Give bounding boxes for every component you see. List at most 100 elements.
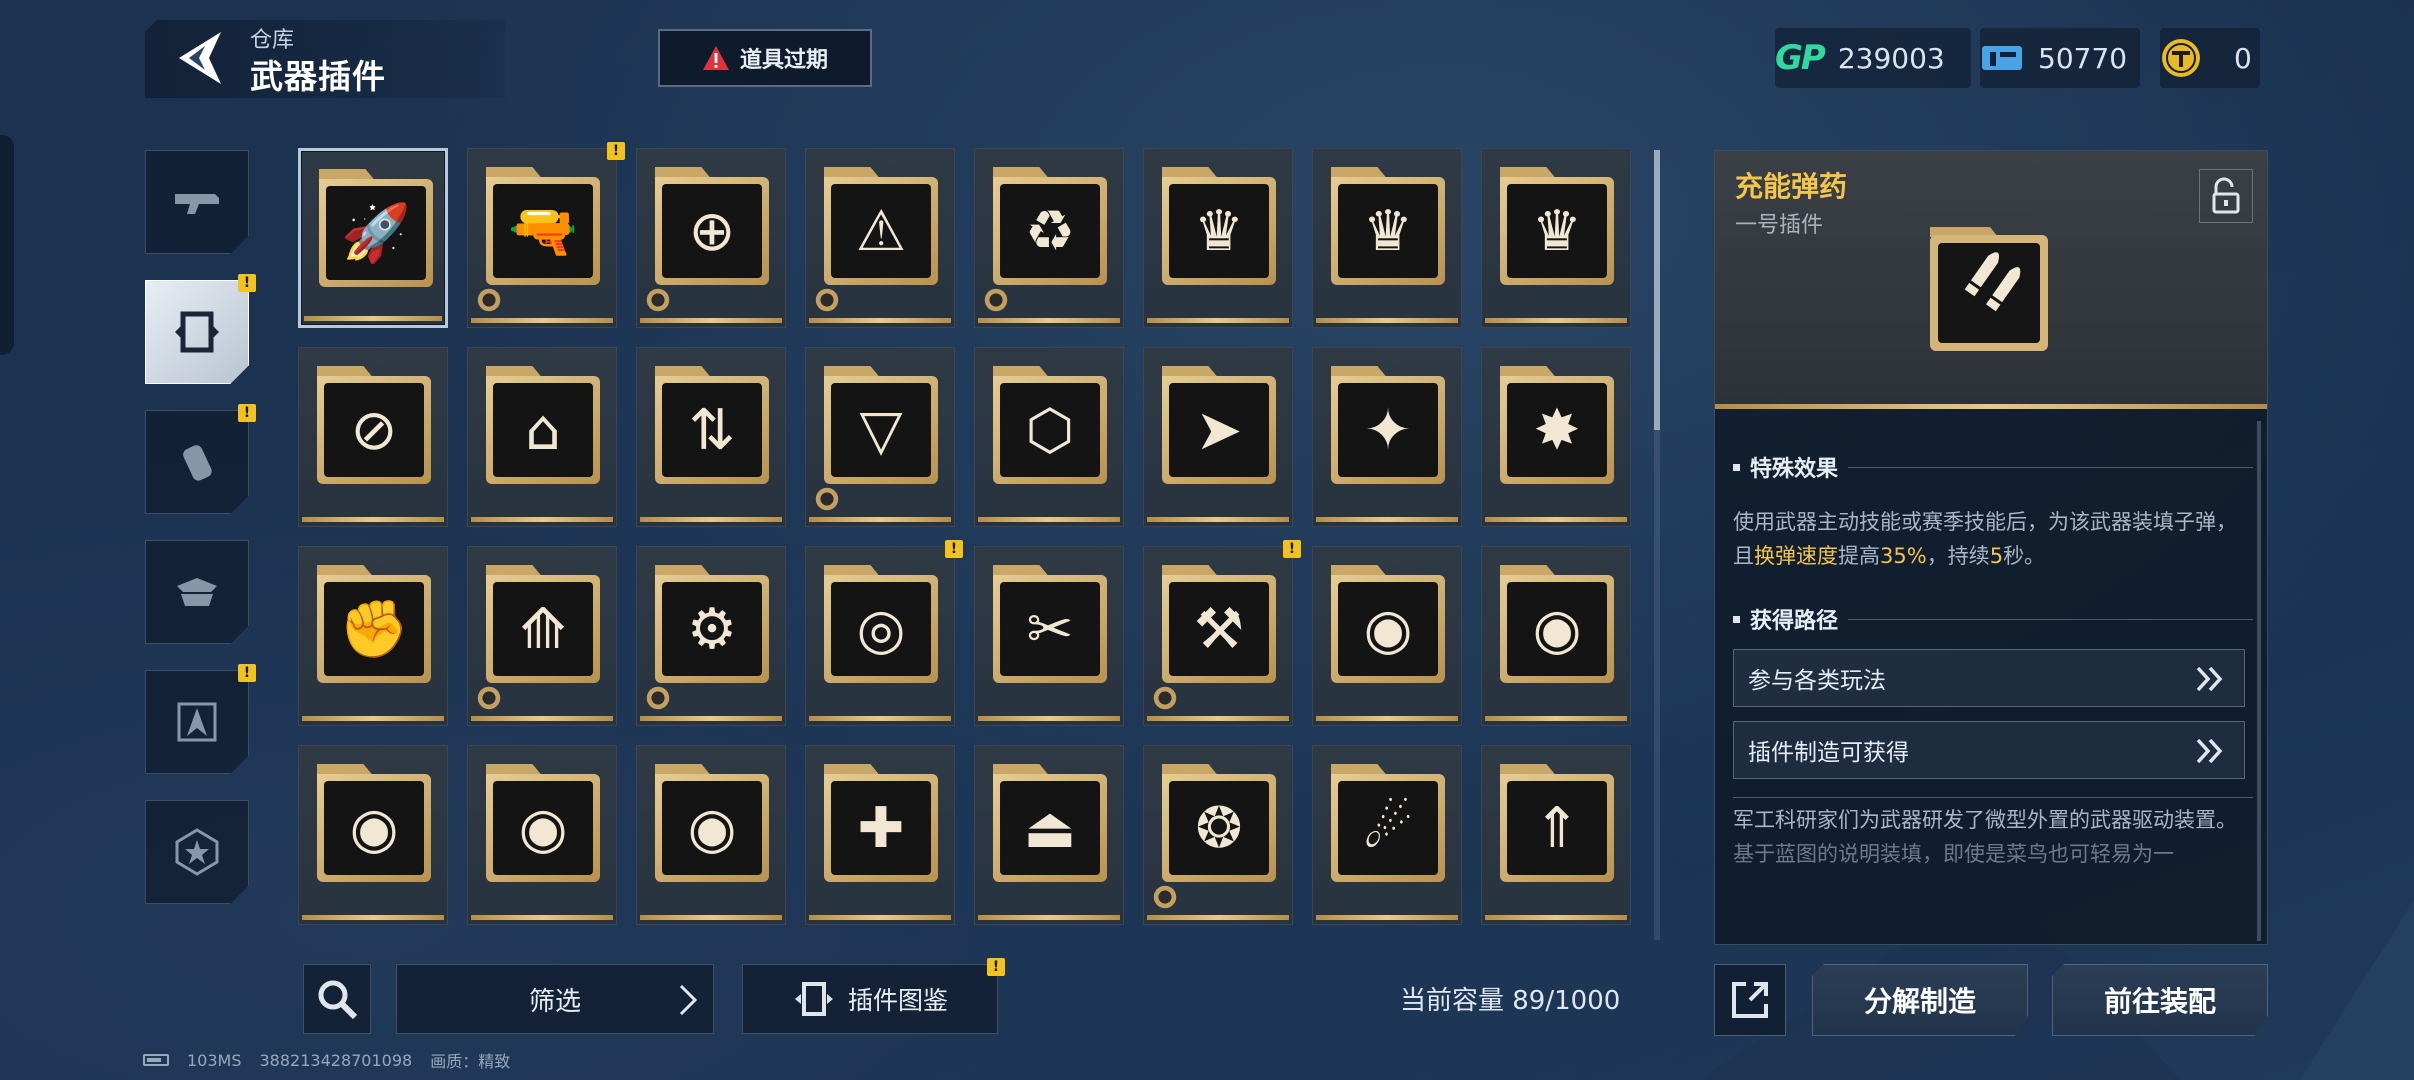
- category-grenades-badge: !: [238, 404, 256, 422]
- effect-text-part: 秒。: [2003, 544, 2046, 568]
- rarity-bar: [471, 716, 613, 721]
- plugin-codex-button[interactable]: 插件图鉴: [742, 964, 998, 1034]
- rarity-bar: [640, 915, 782, 920]
- go-equip-button[interactable]: 前往装配: [2052, 964, 2268, 1036]
- category-tab-armor[interactable]: [145, 540, 249, 644]
- rarity-bar: [304, 316, 442, 321]
- ping-text: 103MS: [187, 1050, 242, 1070]
- plugin-tile[interactable]: ⟰: [467, 546, 617, 726]
- rarity-bar: [640, 318, 782, 323]
- plugin-tile[interactable]: ◉: [1481, 546, 1631, 726]
- plugin-tile[interactable]: ✦: [1312, 347, 1462, 527]
- plugin-tile[interactable]: ✊: [298, 546, 448, 726]
- rarity-bar: [978, 915, 1120, 920]
- route-label: 参与各类玩法: [1748, 668, 1886, 694]
- rarity-bar: [1485, 517, 1627, 522]
- lock-toggle[interactable]: [2199, 169, 2253, 223]
- plugin-tile[interactable]: ✂: [974, 546, 1124, 726]
- detail-scrollbar[interactable]: [2257, 421, 2261, 941]
- uid-text: 388213428701098: [259, 1050, 413, 1070]
- category-tab-plugins[interactable]: [145, 280, 249, 384]
- plugin-folder-frame: ⟰: [486, 565, 600, 683]
- plugin-icon: ⊕: [688, 198, 736, 264]
- plugin-icon: ✊: [339, 597, 409, 662]
- route-gameplay-button[interactable]: 参与各类玩法: [1733, 649, 2245, 707]
- plugin-tile[interactable]: ✚: [805, 745, 955, 925]
- plugin-folder-frame: ✦: [1331, 366, 1445, 484]
- plugin-icon: ◉: [1363, 596, 1413, 662]
- plugin-tile[interactable]: ➤: [1143, 347, 1293, 527]
- filter-label: 筛选: [528, 986, 581, 1017]
- plugin-icon: ♛: [1531, 198, 1583, 264]
- codex-badge: !: [987, 958, 1005, 976]
- plugin-tile[interactable]: ◎: [805, 546, 955, 726]
- plugin-tile[interactable]: ⚒: [1143, 546, 1293, 726]
- plugin-tile[interactable]: ♛: [1143, 148, 1293, 328]
- grid-scrollbar-thumb[interactable]: [1654, 150, 1660, 430]
- plugin-tile[interactable]: 🔫: [467, 148, 617, 328]
- grenade-icon: [183, 445, 212, 481]
- expired-items-button[interactable]: 道具过期: [658, 29, 872, 87]
- status-bar: 103MS 388213428701098 画质：精致: [143, 1048, 510, 1072]
- effect-description: 使用武器主动技能或赛季技能后，为该武器装填子弹，且换弹速度提高35%，持续5秒。: [1733, 505, 2253, 573]
- item-type: 一号插件: [1735, 213, 1824, 238]
- plugin-folder-frame: ◉: [1500, 565, 1614, 683]
- plugin-tile[interactable]: ♛: [1312, 148, 1462, 328]
- category-tab-compass[interactable]: [145, 670, 249, 774]
- plugin-icon: ⚙: [686, 596, 738, 662]
- plugin-tile[interactable]: ⇅: [636, 347, 786, 527]
- rarity-bar: [978, 517, 1120, 522]
- plugin-tile[interactable]: 🚀: [298, 148, 448, 328]
- plugin-icon: ♛: [1362, 198, 1414, 264]
- category-tab-guns[interactable]: [145, 150, 249, 254]
- plugin-tile[interactable]: ◉: [636, 745, 786, 925]
- category-plugins-badge: !: [238, 274, 256, 292]
- armor-icon: [177, 578, 217, 606]
- plugin-icon: ♻: [1024, 198, 1076, 264]
- plugin-tile[interactable]: ⇑: [1481, 745, 1631, 925]
- plugin-folder-frame: ⬡: [993, 366, 1107, 484]
- plugin-tile[interactable]: ⏏: [974, 745, 1124, 925]
- route-crafting-button[interactable]: 插件制造可获得: [1733, 721, 2245, 779]
- plugin-tile[interactable]: ☄: [1312, 745, 1462, 925]
- disassemble-button[interactable]: 分解制造: [1812, 964, 2028, 1036]
- currency-gp-value: 239003: [1837, 41, 1945, 75]
- plugin-tile[interactable]: ♻: [974, 148, 1124, 328]
- plugin-tile[interactable]: ◉: [298, 745, 448, 925]
- plugin-tile[interactable]: ✸: [1481, 347, 1631, 527]
- category-tab-grenades[interactable]: [145, 410, 249, 514]
- plugin-new-badge: !: [607, 142, 625, 160]
- plugin-folder-frame: ⊕: [655, 167, 769, 285]
- gun-icon: [175, 194, 219, 214]
- plugin-tile[interactable]: ⊘: [298, 347, 448, 527]
- back-arrow-icon[interactable]: [175, 30, 223, 86]
- plugin-icon: ⇑: [1533, 795, 1581, 861]
- plugin-tile[interactable]: ◉: [467, 745, 617, 925]
- effect-section-title: 特殊效果: [1733, 451, 2253, 483]
- share-button[interactable]: [1714, 964, 1786, 1036]
- filter-button[interactable]: 筛选: [396, 964, 714, 1034]
- plugin-folder-frame: ➤: [1162, 366, 1276, 484]
- rarity-bar: [809, 318, 951, 323]
- plugin-folder-frame: ⇑: [1500, 764, 1614, 882]
- plugin-tile[interactable]: ⌂: [467, 347, 617, 527]
- plugin-tile[interactable]: ❂: [1143, 745, 1293, 925]
- plugin-tile[interactable]: ⚠: [805, 148, 955, 328]
- category-tab-star[interactable]: [145, 800, 249, 904]
- plugin-tile[interactable]: ♛: [1481, 148, 1631, 328]
- plugin-tile[interactable]: ⬡: [974, 347, 1124, 527]
- route-label: 插件制造可获得: [1748, 740, 1909, 766]
- plugin-tile[interactable]: ⊕: [636, 148, 786, 328]
- warning-icon: [702, 46, 729, 70]
- plugin-tile[interactable]: ◉: [1312, 546, 1462, 726]
- rarity-bar: [640, 716, 782, 721]
- search-button[interactable]: [303, 964, 371, 1034]
- currency-ticket-value: 50770: [2038, 41, 2128, 75]
- plugin-tile[interactable]: ⚙: [636, 546, 786, 726]
- plugin-tile[interactable]: ▽: [805, 347, 955, 527]
- plugin-folder-frame: ✂: [993, 565, 1107, 683]
- search-icon: [318, 980, 358, 1020]
- plugin-folder-frame: ✸: [1500, 366, 1614, 484]
- plugin-folder-frame: ♻: [993, 167, 1107, 285]
- gear-icon: [476, 685, 502, 711]
